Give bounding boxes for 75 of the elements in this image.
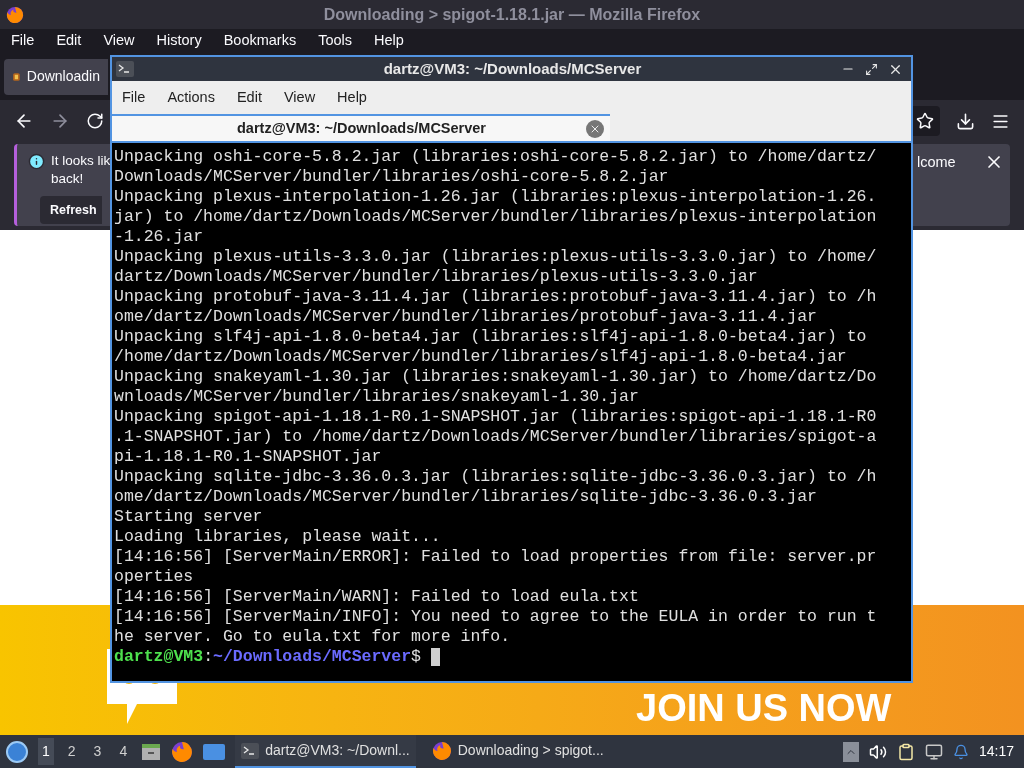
workspace-button[interactable]: 2 bbox=[63, 738, 80, 765]
terminal-line: dartz/Downloads/MCServer/bundler/libraries/plexus-utils-3.3.0.jar bbox=[114, 267, 758, 287]
notification-text: lcome bbox=[917, 153, 956, 172]
browser-tab[interactable]: Downloadin bbox=[4, 58, 108, 95]
maximize-icon[interactable] bbox=[865, 62, 878, 76]
terminal-line: Unpacking sqlite-jdbc-3.36.0.3.jar (libraries:sqlite-jdbc-3.36.0.3.jar) to /h bbox=[114, 467, 877, 487]
volume-icon[interactable] bbox=[868, 742, 887, 761]
network-icon[interactable] bbox=[924, 742, 943, 761]
terminal-line: Unpacking oshi-core-5.8.2.jar (libraries:oshi-core-5.8.2.jar) to /home/dartz/ bbox=[114, 147, 877, 167]
terminal-line: [14:16:56] [ServerMain/ERROR]: Failed to load properties from file: server.pr bbox=[114, 547, 877, 567]
notification-text: It looks lik bbox=[51, 152, 111, 170]
terminal-line: /home/dartz/Downloads/MCServer/bundler/libraries/slf4j-api-1.8.0-beta4.jar bbox=[114, 347, 847, 367]
menu-item[interactable]: Edit bbox=[236, 86, 262, 109]
refresh-button[interactable]: Refresh bbox=[40, 196, 102, 224]
terminal-line: [14:16:56] [ServerMain/INFO]: You need to agree to the EULA in order to run t bbox=[114, 607, 877, 627]
terminal-icon bbox=[241, 742, 260, 759]
terminal-line: Downloads/MCServer/bundler/libraries/oshi-core-5.8.2.jar bbox=[114, 167, 669, 187]
menu-item[interactable]: Bookmarks bbox=[223, 30, 297, 52]
terminal-line: ome/dartz/Downloads/MCServer/bundler/libraries/sqlite-jdbc-3.36.0.3.jar bbox=[114, 487, 817, 507]
clipboard-icon[interactable] bbox=[896, 742, 915, 761]
workspace-button[interactable]: 3 bbox=[89, 738, 106, 765]
terminal-icon bbox=[116, 61, 134, 77]
terminal-line: -1.26.jar bbox=[114, 227, 204, 247]
terminal-line: Starting server bbox=[114, 507, 263, 527]
start-menu-icon[interactable] bbox=[6, 740, 28, 763]
menu-item[interactable]: Tools bbox=[318, 30, 353, 52]
menu-item[interactable]: Help bbox=[374, 30, 404, 52]
info-icon bbox=[28, 153, 45, 170]
terminal-line: Unpacking spigot-api-1.18.1-R0.1-SNAPSHOT.jar (libraries:spigot-api-1.18.1-R0 bbox=[114, 407, 877, 427]
eject-button[interactable] bbox=[842, 741, 859, 762]
terminal-line: Loading libraries, please wait... bbox=[114, 527, 441, 547]
clock[interactable]: 14:17 bbox=[978, 741, 1018, 762]
terminal-line: Unpacking plexus-utils-3.3.0.jar (libraries:plexus-utils-3.3.0.jar) to /home/ bbox=[114, 247, 877, 267]
reload-icon[interactable] bbox=[86, 112, 104, 130]
terminal-line: pi-1.18.1-R0.1-SNAPSHOT.jar bbox=[114, 447, 382, 467]
menu-item[interactable]: View bbox=[283, 86, 316, 109]
desktop-icon[interactable] bbox=[203, 743, 226, 760]
notification-text: back! bbox=[51, 170, 85, 188]
firefox-logo-icon bbox=[6, 5, 24, 24]
download-icon[interactable] bbox=[956, 111, 975, 131]
terminal-line: Unpacking snakeyaml-1.30.jar (libraries:snakeyaml-1.30.jar) to /home/dartz/Do bbox=[114, 367, 877, 387]
window-title: Downloading > spigot-1.18.1.jar — Mozilla Firefox bbox=[323, 4, 701, 25]
menu-item[interactable]: Help bbox=[337, 86, 367, 109]
terminal-tab[interactable]: dartz@VM3: ~/Downloads/MCServer bbox=[112, 114, 610, 141]
terminal-line: Unpacking plexus-interpolation-1.26.jar (libraries:plexus-interpolation-1.26. bbox=[114, 187, 877, 207]
file-manager-icon[interactable] bbox=[141, 741, 162, 762]
window-title: dartz@VM3: ~/Downloads/MCServer bbox=[383, 58, 642, 79]
terminal-line: Unpacking slf4j-api-1.8.0-beta4.jar (libraries:slf4j-api-1.8.0-beta4.jar) to bbox=[114, 327, 867, 347]
menu-item[interactable]: View bbox=[103, 30, 135, 52]
banner-slogan: JOIN US NOW bbox=[636, 689, 892, 727]
menu-item[interactable]: Edit bbox=[56, 30, 82, 52]
menu-item[interactable]: File bbox=[11, 30, 35, 52]
workspace-button[interactable]: 1 bbox=[38, 738, 54, 765]
terminal-line: .1-SNAPSHOT.jar) to /home/dartz/Downloads/MCServer/bundler/libraries/spigot-a bbox=[114, 427, 877, 447]
taskbar-task[interactable]: Downloading > spigot... bbox=[425, 735, 610, 768]
shell-prompt: dartz@VM3:~/Downloads/MCServer$ bbox=[114, 647, 421, 667]
star-icon[interactable] bbox=[916, 112, 934, 130]
firefox-logo-icon bbox=[431, 740, 452, 761]
menu-item[interactable]: History bbox=[156, 30, 202, 52]
terminal-line: wnloads/MCServer/bundler/libraries/snakeyaml-1.30.jar bbox=[114, 387, 639, 407]
workspace-button[interactable]: 4 bbox=[115, 738, 132, 765]
close-tab-icon[interactable] bbox=[586, 119, 604, 138]
notification-icon[interactable] bbox=[952, 743, 969, 760]
terminal-line: jar) to /home/dartz/Downloads/MCServer/bundler/libraries/plexus-interpolation bbox=[114, 207, 877, 227]
terminal-line: he server. Go to eula.txt for more info. bbox=[114, 627, 511, 647]
terminal-line: operties bbox=[114, 567, 194, 587]
menu-item[interactable]: Actions bbox=[167, 86, 215, 109]
taskbar-task[interactable]: dartz@VM3: ~/Downl... bbox=[235, 735, 416, 768]
menu-item[interactable]: File bbox=[122, 86, 146, 109]
text-cursor bbox=[431, 648, 440, 666]
taskbar-firefox-icon[interactable] bbox=[171, 740, 194, 763]
terminal-line: ome/dartz/Downloads/MCServer/bundler/libraries/protobuf-java-3.11.4.jar bbox=[114, 307, 817, 327]
terminal-line: [14:16:56] [ServerMain/WARN]: Failed to load eula.txt bbox=[114, 587, 639, 607]
tab-title: Downloadin bbox=[26, 67, 100, 86]
terminal-line: Unpacking protobuf-java-3.11.4.jar (libraries:protobuf-java-3.11.4.jar) to /h bbox=[114, 287, 877, 307]
